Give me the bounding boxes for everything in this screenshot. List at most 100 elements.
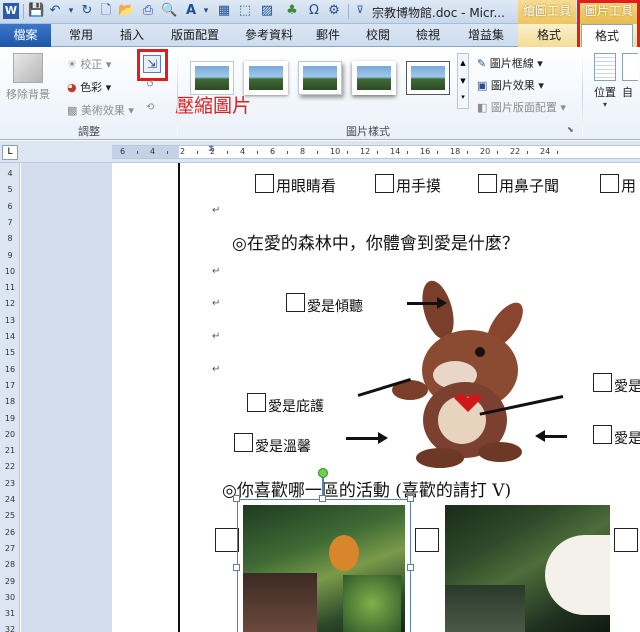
picture-style-thumb-4[interactable]: [352, 61, 396, 95]
picture-style-thumb-1[interactable]: [190, 61, 234, 95]
picture-style-thumb-2[interactable]: [244, 61, 288, 95]
checkbox-right-1[interactable]: [593, 373, 612, 392]
ruler-top-number: 4: [240, 147, 246, 156]
save-icon[interactable]: 💾: [28, 3, 44, 19]
checkbox-smell[interactable]: [478, 174, 497, 193]
resize-handle-top-left[interactable]: [233, 495, 240, 502]
tab-review[interactable]: 校閱: [358, 24, 398, 47]
vertical-ruler[interactable]: 4 5 6 7 8 9 10 11 12 13 14 15 16 17 18 19 20 21 22 23 24 25 26…: [0, 163, 20, 632]
checkbox-activity-1[interactable]: [215, 528, 239, 552]
ruler-left-number: 18: [4, 397, 16, 407]
ruler-left-number: 6: [7, 201, 13, 211]
gallery-more-icon[interactable]: ▾: [458, 90, 468, 104]
tab-insert[interactable]: 插入: [113, 24, 151, 47]
paragraph-mark: ↵: [212, 331, 221, 342]
checkbox-touch[interactable]: [375, 174, 394, 193]
customize-quick-access-icon[interactable]: ⊽: [352, 3, 368, 19]
artistic-effects-button[interactable]: ▩ 美術效果 ▾: [67, 102, 134, 118]
ruler-top-tick: [227, 151, 228, 154]
color-button[interactable]: ◕ 色彩 ▾: [67, 79, 111, 95]
resize-handle-right[interactable]: [407, 564, 414, 571]
tab-drawing-format[interactable]: 格式: [522, 24, 576, 47]
tab-selector-icon[interactable]: L: [2, 145, 18, 160]
change-picture-icon[interactable]: ↺: [146, 79, 154, 90]
remove-background-icon: [13, 53, 43, 83]
open-folder-icon[interactable]: 📂: [118, 3, 134, 19]
checkbox-right-2[interactable]: [593, 425, 612, 444]
print-icon[interactable]: ⎙: [140, 3, 156, 19]
option-love-right-1: 愛是: [614, 379, 640, 395]
corrections-button[interactable]: ☀ 校正 ▾: [67, 56, 111, 72]
ruler-top-tick: [527, 151, 528, 154]
remove-background-button[interactable]: 移除背景: [3, 53, 53, 102]
option-touch: 用手摸: [396, 177, 442, 195]
checkbox-listen[interactable]: [286, 293, 305, 312]
color-label: 色彩: [80, 81, 103, 94]
checkbox-warm[interactable]: [234, 433, 253, 452]
insert-picture-icon[interactable]: ▨: [259, 3, 275, 19]
color-palette-icon: ◕: [67, 81, 77, 94]
ruler-top-number: 8: [300, 147, 306, 156]
shapes-icon[interactable]: ⬚: [237, 3, 253, 19]
picture-styles-group-label: 圖片樣式: [346, 125, 390, 138]
picture-border-label: 圖片框線: [489, 57, 534, 70]
word-window: W 💾 ↶ ▾ ↻ 🗋 📂 ⎙ 🔍 A ▾ ▦ ⬚ ▨ ♣ Ω ⚙ ⊽ 宗教博物…: [0, 0, 640, 632]
checkbox-activity-2[interactable]: [415, 528, 439, 552]
forest-activity-photo-2[interactable]: [445, 505, 610, 632]
photo-visitors: [445, 585, 525, 632]
reset-picture-icon[interactable]: ⟲: [146, 102, 154, 113]
picture-style-thumb-3[interactable]: [298, 61, 342, 95]
tab-add-ins[interactable]: 增益集: [459, 24, 513, 47]
checkbox-see[interactable]: [255, 174, 274, 193]
tab-references[interactable]: 參考資料: [236, 24, 302, 47]
ruler-top-number: 6: [120, 147, 126, 156]
option-love-listen: 愛是傾聽: [307, 299, 363, 315]
dialog-launcher-icon[interactable]: ⬊: [567, 125, 574, 134]
undo-dropdown-icon[interactable]: ▾: [63, 3, 79, 19]
resize-handle-top-right[interactable]: [407, 495, 414, 502]
tab-file[interactable]: 檔案: [0, 24, 51, 47]
compress-pictures-callout: 壓縮圖片: [175, 95, 252, 117]
table-icon[interactable]: ▦: [216, 3, 232, 19]
bunny-illustration[interactable]: [380, 280, 540, 470]
ruler-top-tick: [437, 151, 438, 154]
gallery-up-icon[interactable]: ▲: [458, 54, 468, 72]
textbox-dropdown-icon[interactable]: ▾: [198, 3, 214, 19]
ruler-left-number: 11: [4, 283, 16, 293]
tab-page-layout[interactable]: 版面配置: [162, 24, 228, 47]
arrowhead-right: [437, 297, 447, 309]
equation-icon[interactable]: ⚙: [326, 3, 342, 19]
position-button[interactable]: 位置 ▾: [588, 53, 622, 109]
resize-handle-left[interactable]: [233, 564, 240, 571]
gallery-down-icon[interactable]: ▼: [458, 72, 468, 90]
textbox-icon[interactable]: A: [183, 3, 199, 19]
ruler-left-number: 29: [4, 576, 16, 586]
tab-view[interactable]: 檢視: [407, 24, 449, 47]
gallery-scroll[interactable]: ▲ ▼ ▾: [457, 53, 469, 109]
ruler-top-number: 2: [180, 147, 186, 156]
redo-icon[interactable]: ↻: [79, 3, 95, 19]
indent-marker-icon[interactable]: ⧗: [208, 144, 214, 154]
new-document-icon[interactable]: 🗋: [98, 3, 114, 19]
tab-home[interactable]: 常用: [61, 24, 101, 47]
horizontal-ruler[interactable]: L 6 4 2 2 4 6 8 10 12 14 16 18 20 22 24 ⧗: [0, 141, 640, 163]
checkbox-activity-3[interactable]: [614, 528, 638, 552]
picture-style-thumb-5[interactable]: [406, 61, 450, 95]
ruler-top-tick: [257, 151, 258, 154]
wrap-text-button[interactable]: 自: [622, 53, 640, 100]
clipart-icon[interactable]: ♣: [284, 3, 300, 19]
checkbox-other-sense[interactable]: [600, 174, 619, 193]
print-preview-icon[interactable]: 🔍: [161, 3, 177, 19]
symbol-omega-icon[interactable]: Ω: [306, 3, 322, 19]
checkbox-protect[interactable]: [247, 393, 266, 412]
undo-icon[interactable]: ↶: [47, 3, 63, 19]
ruler-top-tick: [347, 151, 348, 154]
word-app-icon[interactable]: W: [3, 3, 19, 19]
rotation-handle-icon[interactable]: [318, 468, 328, 478]
resize-handle-top[interactable]: [319, 495, 326, 502]
tab-mailings[interactable]: 郵件: [309, 24, 347, 47]
picture-effects-button[interactable]: ▣ 圖片效果 ▾: [477, 77, 544, 93]
ruler-left-number: 8: [7, 234, 13, 244]
picture-layout-button[interactable]: ◧ 圖片版面配置 ▾: [477, 99, 566, 115]
picture-border-button[interactable]: ✎ 圖片框線 ▾: [477, 55, 543, 71]
